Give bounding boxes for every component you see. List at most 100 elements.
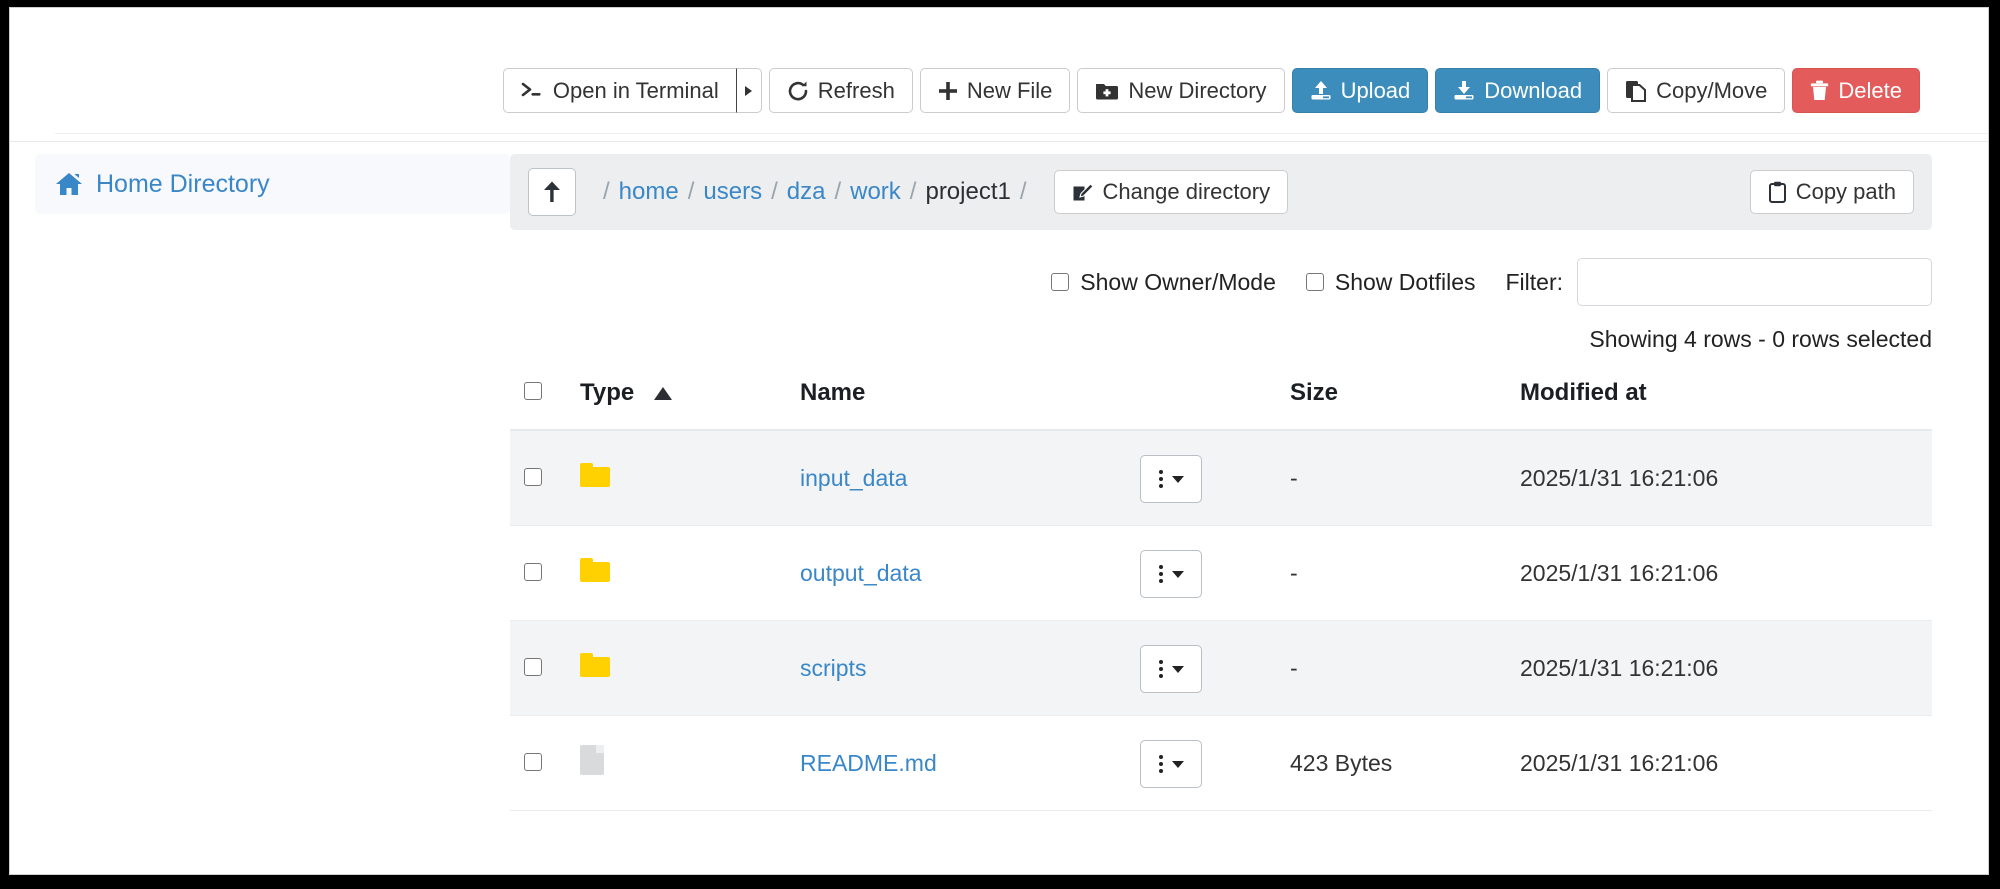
breadcrumb-item-current: project1 [925,178,1011,205]
sidebar-item-home-directory[interactable]: Home Directory [35,154,510,214]
breadcrumb-item-dza[interactable]: dza [787,178,826,206]
breadcrumb-separator: / [687,178,695,205]
file-name-link[interactable]: input_data [800,465,907,491]
breadcrumb-item-work[interactable]: work [850,178,901,206]
open-in-terminal-split-button[interactable]: Open in Terminal [502,68,762,113]
file-name-link[interactable]: README.md [800,750,937,776]
copy-move-button[interactable]: Copy/Move [1607,68,1786,113]
file-table: Type Name Size Modified at input_data - … [510,369,1932,811]
select-all-checkbox[interactable] [524,382,542,400]
row-type-cell [580,525,800,621]
show-owner-mode-checkbox[interactable]: Show Owner/Mode [1051,269,1276,296]
row-actions-cell [1140,430,1290,526]
kebab-menu-icon [1158,565,1163,583]
change-directory-button[interactable]: Change directory [1053,170,1289,214]
row-name-cell: scripts [800,620,1140,716]
copy-path-button[interactable]: Copy path [1749,170,1914,214]
row-type-cell [580,430,800,526]
show-owner-mode-label: Show Owner/Mode [1080,268,1276,295]
column-header-name[interactable]: Name [800,369,1140,431]
row-select-cell [510,620,580,716]
column-header-select [510,369,580,431]
row-checkbox[interactable] [524,467,542,486]
breadcrumb-item-home[interactable]: home [619,178,679,206]
row-actions-menu-button[interactable] [1140,550,1202,598]
table-row[interactable]: scripts - 2025/1/31 16:21:06 [510,620,1932,716]
row-type-cell [580,715,800,811]
toolbar-divider [10,141,1988,142]
change-directory-label: Change directory [1102,179,1271,204]
row-actions-cell [1140,715,1290,811]
show-dotfiles-checkbox[interactable]: Show Dotfiles [1305,269,1476,296]
delete-button[interactable]: Delete [1792,68,1920,113]
file-name-link[interactable]: scripts [800,655,866,681]
file-manager-toolbar: Open in Terminal Refresh New File New Di… [502,68,1920,113]
file-table-head: Type Name Size Modified at [510,369,1932,431]
folder-icon [580,653,610,677]
home-icon [55,171,83,197]
content-region: Home Directory / home / users / dza / wo… [10,126,1988,811]
file-icon [580,745,604,775]
folder-icon [580,558,610,582]
delete-label: Delete [1838,77,1902,103]
upload-label: Upload [1340,77,1411,103]
plus-icon [938,81,958,101]
copy-icon [1625,80,1647,102]
download-icon [1453,80,1475,101]
toolbar-region: Open in Terminal Refresh New File New Di… [10,8,1988,142]
checkbox-icon[interactable] [1305,273,1324,291]
column-header-type[interactable]: Type [580,369,800,431]
refresh-icon [787,80,809,102]
new-directory-label: New Directory [1128,77,1267,103]
folder-plus-icon [1095,81,1119,101]
row-modified-cell: 2025/1/31 16:21:06 [1520,525,1932,621]
row-checkbox[interactable] [524,752,542,771]
row-modified-cell: 2025/1/31 16:21:06 [1520,620,1932,716]
filter-group: Filter: [1506,258,1932,306]
column-header-size[interactable]: Size [1290,369,1520,431]
chevron-down-icon [1171,570,1184,578]
row-checkbox[interactable] [524,657,542,676]
sidebar-item-label: Home Directory [96,169,270,198]
table-row[interactable]: input_data - 2025/1/31 16:21:06 [510,430,1932,526]
column-header-modified[interactable]: Modified at [1520,369,1932,431]
toolbar-divider-inset [55,133,1988,134]
table-row[interactable]: README.md 423 Bytes 2025/1/31 16:21:06 [510,715,1932,811]
go-up-button[interactable] [528,168,576,216]
checkbox-icon[interactable] [1051,273,1070,291]
terminal-icon [521,81,544,100]
row-size-cell: 423 Bytes [1290,715,1520,811]
sidebar: Home Directory [10,154,510,811]
breadcrumb-item-users[interactable]: users [703,178,762,206]
row-actions-menu-button[interactable] [1140,740,1202,788]
upload-button[interactable]: Upload [1291,68,1429,113]
row-name-cell: README.md [800,715,1140,811]
new-directory-button[interactable]: New Directory [1077,68,1285,113]
trash-icon [1810,80,1829,101]
breadcrumb-separator-leading: / [603,178,610,205]
file-name-link[interactable]: output_data [800,560,922,586]
edit-square-icon [1072,181,1094,203]
breadcrumb-separator: / [909,178,917,205]
chevron-down-icon [1171,760,1184,768]
filter-input[interactable] [1577,258,1932,306]
open-in-terminal-dropdown-toggle[interactable] [735,68,762,113]
refresh-label: Refresh [817,77,895,103]
folder-icon [580,463,610,487]
table-row[interactable]: output_data - 2025/1/31 16:21:06 [510,525,1932,621]
row-actions-menu-button[interactable] [1140,645,1202,693]
refresh-button[interactable]: Refresh [768,68,913,113]
row-actions-menu-button[interactable] [1140,455,1202,503]
main-panel: / home / users / dza / work / project1 / [510,154,1988,811]
copy-path-label: Copy path [1795,179,1896,204]
copy-move-label: Copy/Move [1656,77,1768,103]
column-header-actions [1140,369,1290,431]
row-name-cell: output_data [800,525,1140,621]
download-button[interactable]: Download [1435,68,1601,113]
row-select-cell [510,525,580,621]
row-checkbox[interactable] [524,562,542,581]
open-in-terminal-button[interactable]: Open in Terminal [502,68,736,113]
new-file-button[interactable]: New File [919,68,1071,113]
row-size-cell: - [1290,525,1520,621]
new-file-label: New File [966,77,1053,103]
